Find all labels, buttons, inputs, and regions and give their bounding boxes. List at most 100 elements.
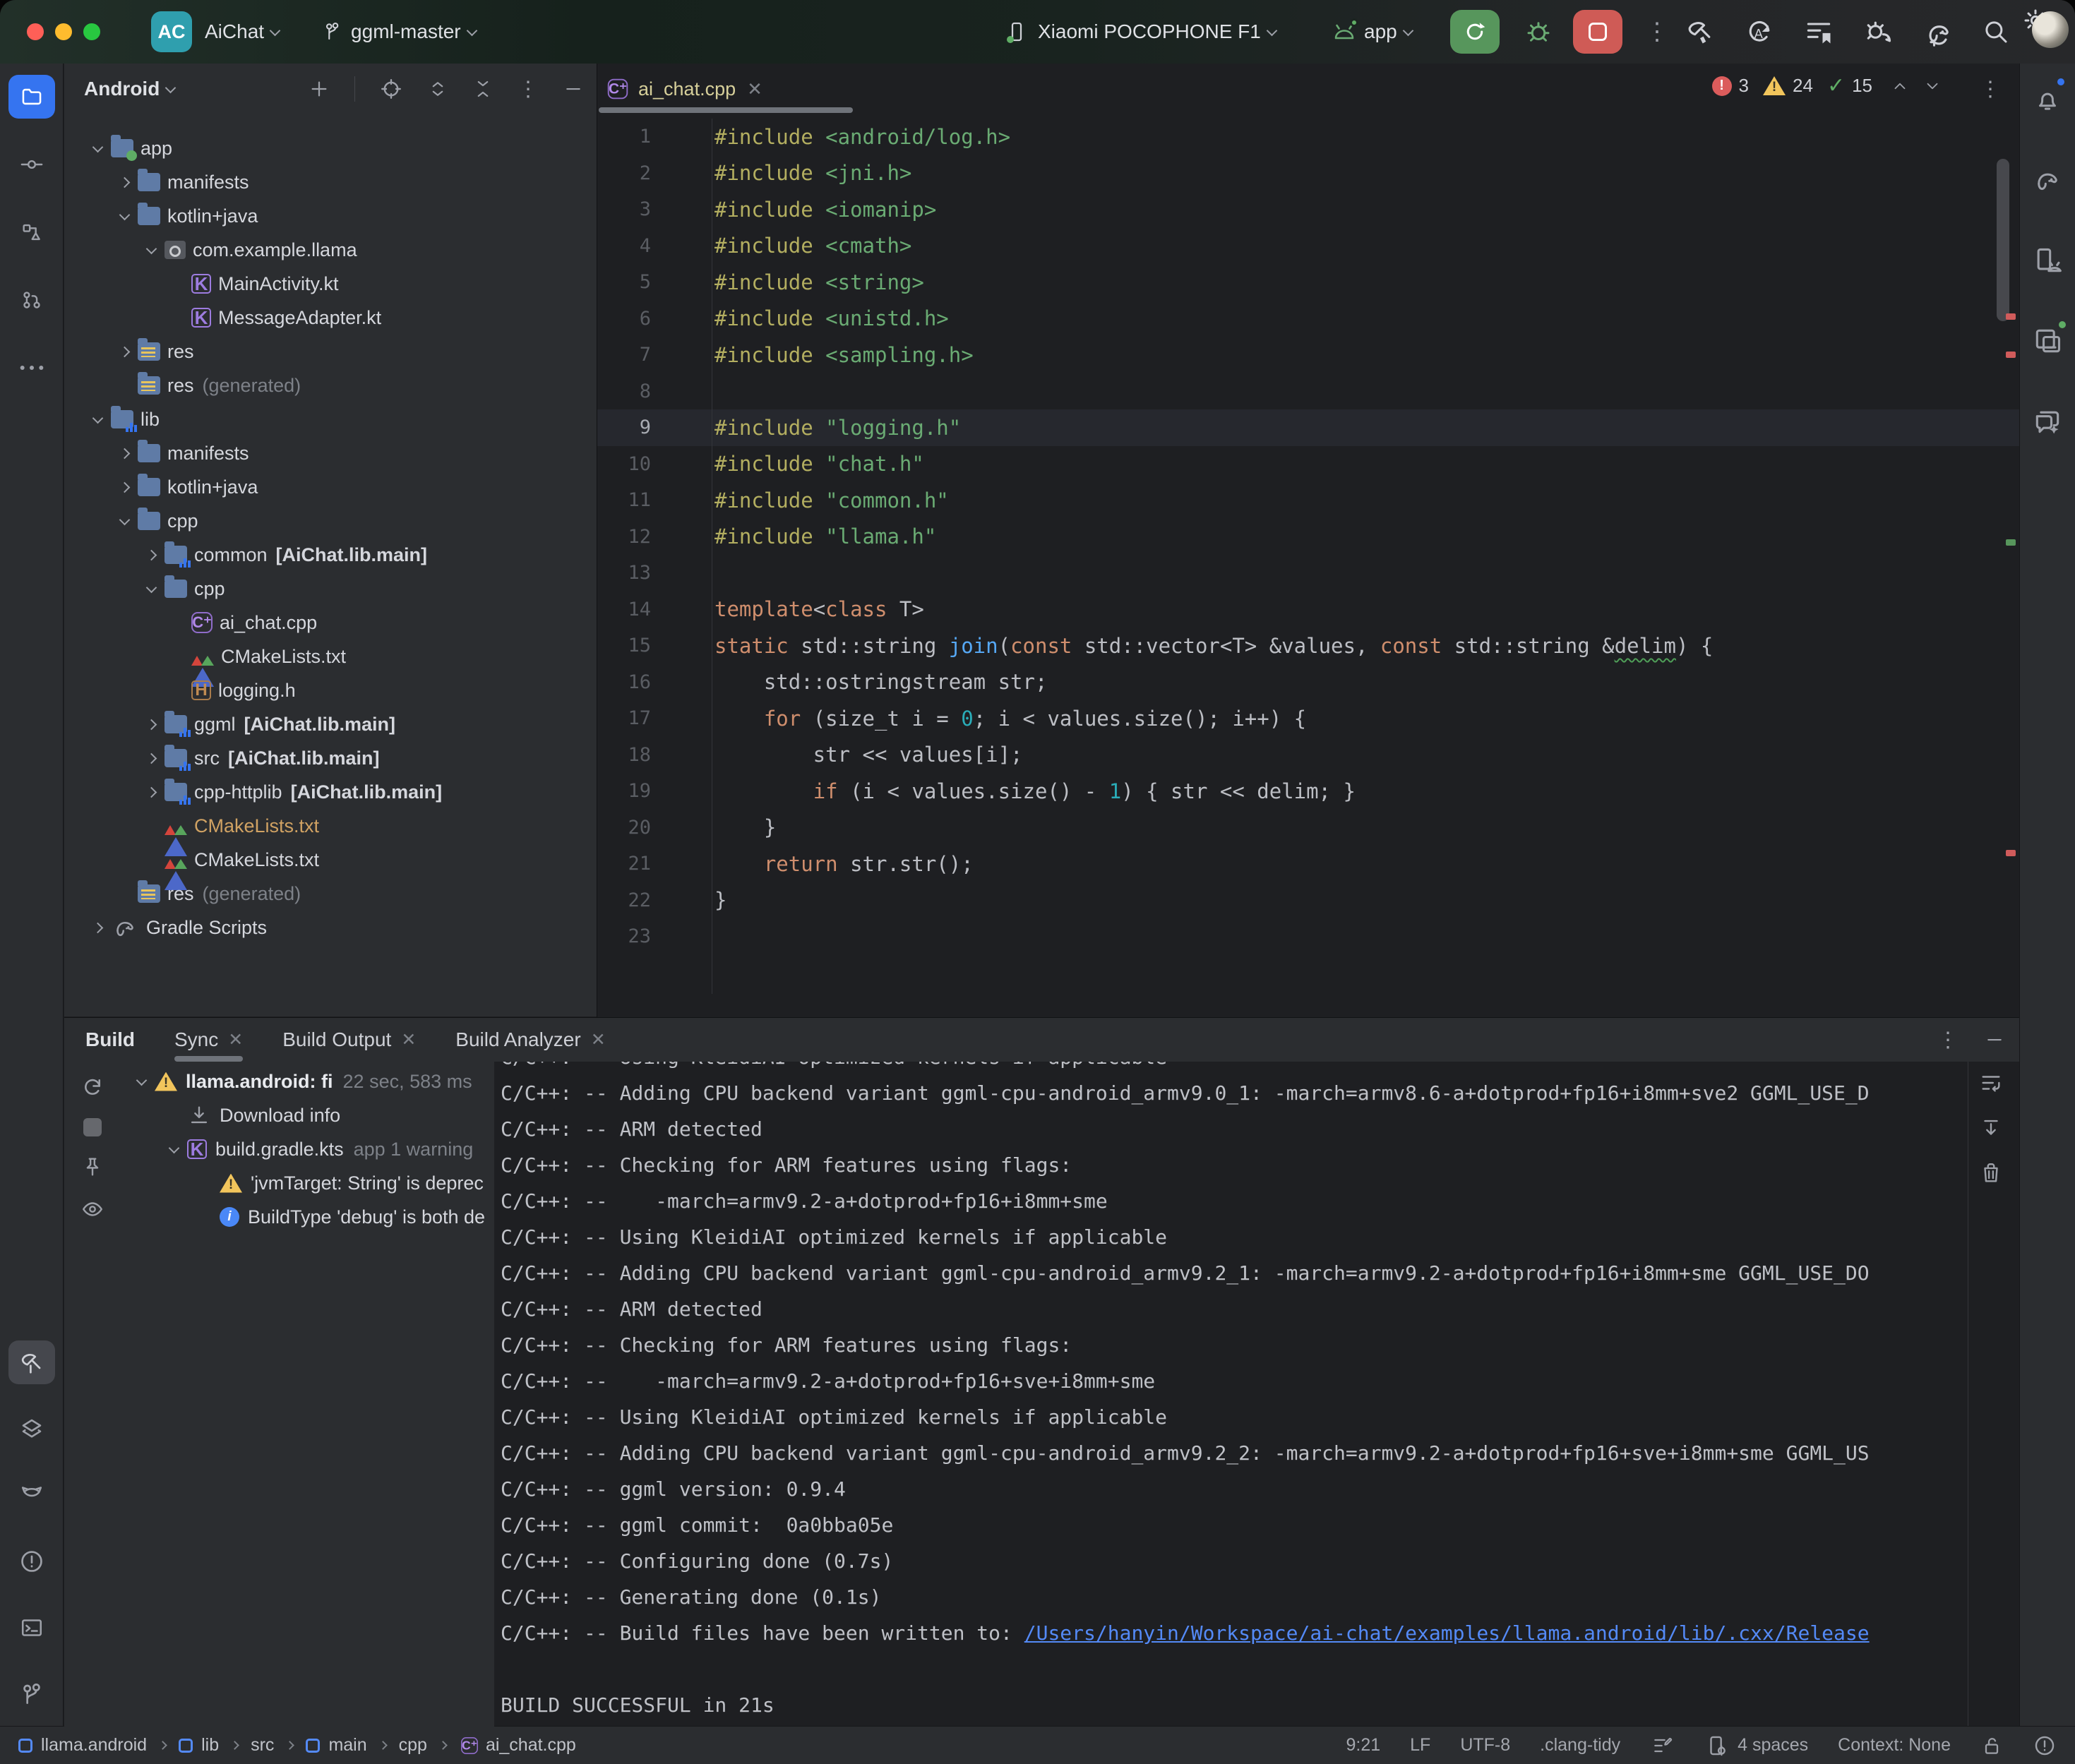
- code-line-1[interactable]: 1#include <android/log.h>: [597, 119, 2019, 155]
- chevron-collapsed-icon[interactable]: [92, 922, 103, 933]
- project-view-selector[interactable]: Android: [84, 78, 179, 100]
- minimize-panel-icon[interactable]: [1984, 1029, 2005, 1050]
- tree-item-src[interactable]: src[AiChat.lib.main]: [64, 741, 597, 775]
- commit-tool-icon[interactable]: [8, 143, 55, 186]
- expand-all-icon[interactable]: [427, 77, 448, 101]
- device-selector[interactable]: Xiaomi POCOPHONE F1: [1005, 20, 1280, 44]
- close-tab-icon[interactable]: ✕: [747, 78, 763, 100]
- code-line-4[interactable]: 4#include <cmath>: [597, 228, 2019, 265]
- sync-tree-item[interactable]: !'jvmTarget: String' is deprec: [119, 1166, 494, 1200]
- chevron-collapsed-icon[interactable]: [119, 448, 130, 459]
- status-9-21[interactable]: 9:21: [1346, 1735, 1380, 1756]
- code-line-12[interactable]: 12#include "llama.h": [597, 519, 2019, 556]
- editor-scrollbar-thumb[interactable]: [1997, 159, 2009, 321]
- code-line-17[interactable]: 17 for (size_t i = 0; i < values.size();…: [597, 700, 2019, 737]
- sync-tree-item[interactable]: !llama.android: fi22 sec, 583 ms: [119, 1064, 494, 1098]
- device-manager-icon[interactable]: [2024, 239, 2071, 282]
- breadcrumb-item[interactable]: llama.android: [18, 1735, 147, 1756]
- build-tab-sync[interactable]: Sync✕: [174, 1018, 243, 1062]
- project-selector[interactable]: AiChat: [205, 20, 283, 43]
- hide-panel-icon[interactable]: [563, 78, 584, 100]
- chevron-expanded-icon[interactable]: [119, 514, 130, 525]
- macos-minimize-button[interactable]: [55, 23, 72, 40]
- chevron-collapsed-icon[interactable]: [145, 549, 157, 560]
- gradle-sync-icon[interactable]: [1922, 16, 1954, 47]
- code-line-22[interactable]: 22}: [597, 882, 2019, 919]
- code-line-23[interactable]: 23: [597, 918, 2019, 955]
- chevron-collapsed-icon[interactable]: [119, 481, 130, 493]
- sync-tree-item[interactable]: Download info: [119, 1098, 494, 1132]
- status-4-spaces[interactable]: 4 spaces: [1705, 1734, 1808, 1758]
- run-config-selector[interactable]: app: [1332, 20, 1416, 43]
- breadcrumb-item[interactable]: cpp: [399, 1735, 427, 1756]
- build-output-link[interactable]: /Users/hanyin/Workspace/ai-chat/examples…: [1024, 1621, 1870, 1645]
- panel-options-icon[interactable]: ⋮: [518, 77, 539, 102]
- macos-close-button[interactable]: [27, 23, 44, 40]
- close-tab-icon[interactable]: ✕: [591, 1029, 606, 1050]
- tree-item-com-example-llama[interactable]: com.example.llama: [64, 233, 597, 267]
- profiler-tool-icon[interactable]: [8, 1407, 55, 1451]
- chevron-collapsed-icon[interactable]: [145, 719, 157, 730]
- chevron-expanded-icon[interactable]: [92, 412, 103, 424]
- code-line-19[interactable]: 19 if (i < values.size() - 1) { str << d…: [597, 773, 2019, 810]
- status-utf-8[interactable]: UTF-8: [1460, 1735, 1510, 1756]
- macos-zoom-button[interactable]: [83, 23, 100, 40]
- breadcrumb-item[interactable]: main: [306, 1735, 366, 1756]
- code-line-3[interactable]: 3#include <iomanip>: [597, 191, 2019, 228]
- error-stripe-mark[interactable]: [2006, 313, 2016, 320]
- code-line-20[interactable]: 20 }: [597, 810, 2019, 846]
- code-editor[interactable]: 1#include <android/log.h>2#include <jni.…: [597, 119, 2019, 955]
- sync-tree-item[interactable]: Kbuild.gradle.ktsapp 1 warning: [119, 1132, 494, 1166]
- status-context-none[interactable]: Context: None: [1838, 1735, 1951, 1756]
- tree-item-mainactivity-kt[interactable]: KMainActivity.kt: [64, 267, 597, 301]
- stop-sync-icon[interactable]: [83, 1118, 102, 1136]
- tree-item-cmakelists-txt[interactable]: CMakeLists.txt: [64, 809, 597, 843]
- editor-options-icon[interactable]: ⋮: [1980, 77, 2001, 102]
- code-line-7[interactable]: 7#include <sampling.h>: [597, 337, 2019, 373]
- build-tool-icon[interactable]: [8, 1340, 55, 1384]
- code-line-10[interactable]: 10#include "chat.h": [597, 446, 2019, 483]
- breadcrumb[interactable]: llama.androidlibsrcmaincppC⁺ai_chat.cpp: [18, 1735, 576, 1756]
- indent-widget-icon[interactable]: [1650, 1734, 1675, 1757]
- logcat-tool-icon[interactable]: [8, 1473, 55, 1517]
- chevron-expanded-icon[interactable]: [136, 1074, 147, 1086]
- chevron-collapsed-icon[interactable]: [119, 176, 130, 188]
- tree-item-manifests[interactable]: manifests: [64, 436, 597, 470]
- code-line-8[interactable]: 8: [597, 373, 2019, 410]
- profiler-icon[interactable]: [1803, 16, 1834, 47]
- attach-debugger-icon[interactable]: [1862, 16, 1894, 47]
- build-hammer-icon[interactable]: [1685, 16, 1716, 47]
- pin-icon[interactable]: [80, 1155, 104, 1179]
- tree-item-cmakelists-txt[interactable]: CMakeLists.txt: [64, 843, 597, 877]
- stop-button[interactable]: [1573, 10, 1622, 54]
- chevron-expanded-icon[interactable]: [168, 1142, 179, 1153]
- code-line-9[interactable]: 9#include "logging.h": [597, 409, 2019, 446]
- code-line-14[interactable]: 14template<class T>: [597, 592, 2019, 628]
- code-line-13[interactable]: 13: [597, 555, 2019, 592]
- locate-file-icon[interactable]: [379, 77, 403, 101]
- more-actions-icon[interactable]: ⋮: [1645, 18, 1669, 46]
- sync-tree-item[interactable]: iBuildType 'debug' is both de: [119, 1200, 494, 1234]
- status--clang-tidy[interactable]: .clang-tidy: [1540, 1735, 1620, 1756]
- project-tool-icon[interactable]: [8, 75, 55, 119]
- gradle-tool-icon[interactable]: [2024, 158, 2071, 202]
- close-tab-icon[interactable]: ✕: [228, 1029, 243, 1050]
- code-line-15[interactable]: 15static std::string join(const std::vec…: [597, 628, 2019, 664]
- tree-item-cpp[interactable]: cpp: [64, 504, 597, 538]
- running-devices-icon[interactable]: [2024, 319, 2071, 363]
- filter-eye-icon[interactable]: [79, 1197, 106, 1221]
- gemini-chat-icon[interactable]: [2024, 400, 2071, 443]
- branch-selector[interactable]: ggml-master: [321, 20, 480, 43]
- chevron-collapsed-icon[interactable]: [119, 346, 130, 357]
- tree-item-app[interactable]: app: [64, 131, 597, 165]
- breadcrumb-item[interactable]: src: [251, 1735, 274, 1756]
- code-line-6[interactable]: 6#include <unistd.h>: [597, 301, 2019, 337]
- editor-tab-ai-chat-cpp[interactable]: C⁺ ai_chat.cpp ✕: [607, 78, 763, 100]
- change-stripe-mark[interactable]: [2006, 539, 2016, 546]
- add-icon[interactable]: [308, 78, 330, 100]
- debug-button[interactable]: [1524, 17, 1553, 47]
- tree-item-ggml[interactable]: ggml[AiChat.lib.main]: [64, 707, 597, 741]
- re-sync-icon[interactable]: [80, 1074, 105, 1100]
- code-line-16[interactable]: 16 std::ostringstream str;: [597, 664, 2019, 701]
- tree-item-cpp[interactable]: cpp: [64, 572, 597, 606]
